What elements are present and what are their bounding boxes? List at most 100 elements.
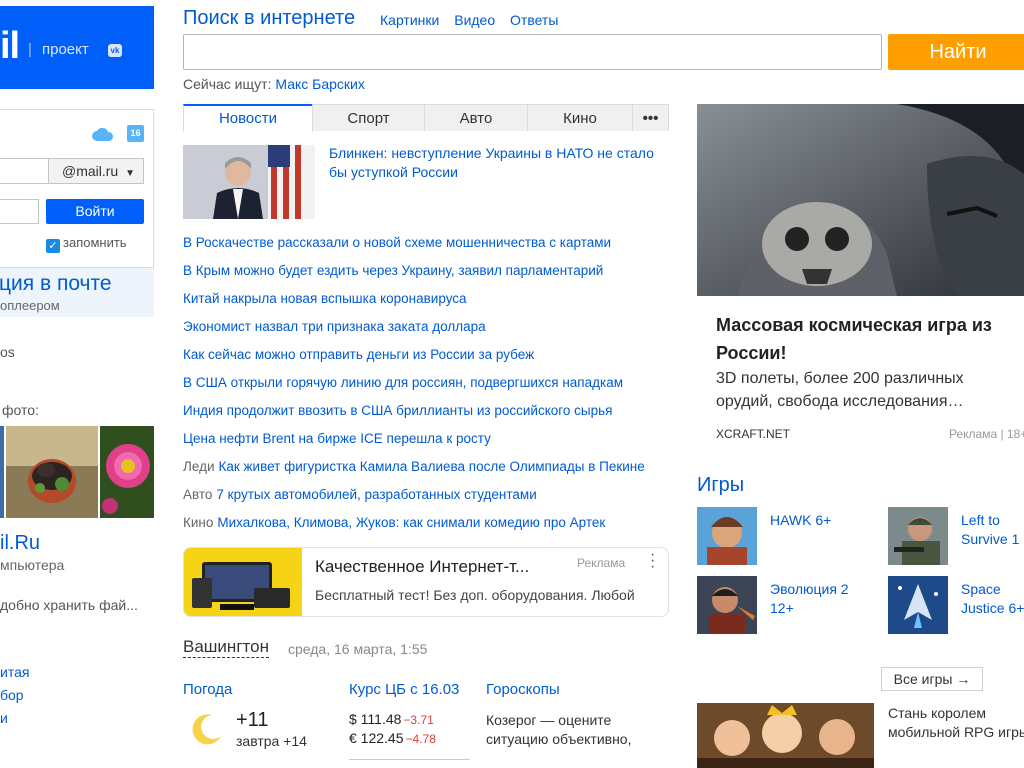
- news-item[interactable]: Как сейчас можно отправить деньги из Рос…: [183, 347, 669, 362]
- mail-promo[interactable]: ция в почте оплеером: [0, 267, 154, 317]
- news-item-link[interactable]: Цена нефти Brent на бирже ICE перешла к …: [183, 431, 491, 446]
- logo-separator: |: [28, 41, 32, 58]
- search-input[interactable]: [183, 34, 882, 70]
- left-link-3[interactable]: и: [0, 710, 8, 726]
- rates-divider: [349, 759, 470, 760]
- calendar-icon[interactable]: 16: [127, 125, 144, 142]
- mail-promo-title: ция в почте: [0, 272, 112, 295]
- news-item-link[interactable]: Михалкова, Климова, Жуков: как снимали к…: [217, 515, 605, 530]
- news-category[interactable]: Леди: [183, 459, 215, 474]
- game-name-evolution[interactable]: Эволюция 2 12+: [770, 580, 849, 618]
- tab-cinema[interactable]: Кино: [527, 104, 633, 131]
- news-item[interactable]: Леди Как живет фигуристка Камила Валиева …: [183, 459, 669, 474]
- cloud-promo-sub: мпьютера: [0, 557, 65, 573]
- password-input[interactable]: [0, 199, 39, 224]
- news-item[interactable]: Экономист назвал три признака заката дол…: [183, 319, 669, 334]
- left-photo-label: фото:: [2, 402, 39, 418]
- ad-title: Качественное Интернет-т...: [315, 557, 530, 576]
- game-image-left-to-survive[interactable]: [888, 507, 948, 565]
- hero-title[interactable]: Массовая космическая игра из России!: [716, 311, 1016, 367]
- ad-card[interactable]: Качественное Интернет-т... Реклама · · · Б…: [183, 547, 669, 617]
- moon-icon: [192, 714, 221, 745]
- ad-label: Реклама: [577, 556, 626, 570]
- photo-thumb-3[interactable]: [100, 426, 154, 518]
- cloud-promo-title[interactable]: il.Ru: [0, 532, 40, 555]
- city-name[interactable]: Вашингтон: [183, 637, 269, 658]
- logo-text: il: [0, 25, 20, 67]
- news-category[interactable]: Авто: [183, 487, 212, 502]
- ad-description: Бесплатный тест! Без доп. оборудования. …: [315, 587, 635, 603]
- horoscope-title[interactable]: Гороскопы: [486, 681, 560, 698]
- left-os-text: os: [0, 344, 15, 360]
- top-news-link[interactable]: Блинкен: невступление Украины в НАТО не …: [329, 144, 669, 182]
- search-tab-answers[interactable]: Ответы: [510, 12, 558, 28]
- game-banner-image[interactable]: [697, 703, 874, 768]
- ad-image: [184, 548, 302, 616]
- news-item[interactable]: В США открыли горячую линию для россиян,…: [183, 375, 669, 390]
- news-item-link[interactable]: Экономист назвал три признака заката дол…: [183, 319, 486, 334]
- hero-ad-label: Реклама | 18+: [949, 427, 1024, 441]
- news-item-link[interactable]: Индия продолжит ввозить в США бриллианты…: [183, 403, 612, 418]
- game-image-hawk[interactable]: [697, 507, 757, 565]
- login-button[interactable]: Войти: [46, 199, 144, 224]
- rates-title[interactable]: Курс ЦБ с 16.03: [349, 681, 470, 698]
- cloud-icon[interactable]: [92, 127, 114, 141]
- more-vertical-icon[interactable]: · · ·: [650, 548, 660, 575]
- news-item-link[interactable]: Китай накрыла новая вспышка коронавируса: [183, 291, 467, 306]
- games-title[interactable]: Игры: [697, 474, 744, 497]
- news-item-link[interactable]: Как сейчас можно отправить деньги из Рос…: [183, 347, 534, 362]
- news-item[interactable]: Авто 7 крутых автомобилей, разработанных …: [183, 487, 669, 502]
- game-image-space-justice[interactable]: [888, 576, 948, 634]
- mail-login-box: 16 @mail.ru ▼ Войти ✓ запомнить ция в поч…: [0, 109, 154, 317]
- tab-news[interactable]: Новости: [183, 104, 313, 132]
- top-news-image[interactable]: [183, 145, 315, 219]
- game-banner-text[interactable]: Стань королем мобильной RPG игры: [888, 704, 1024, 742]
- logo-project-label: проект: [42, 41, 89, 58]
- weather-temp: +11: [236, 709, 269, 731]
- search-tab-video[interactable]: Видео: [454, 12, 495, 28]
- chevron-down-icon: ▼: [125, 168, 136, 179]
- left-link-2[interactable]: бор: [0, 687, 24, 703]
- news-item-link[interactable]: В Крым можно будет ездить через Украину,…: [183, 263, 603, 278]
- flower-photo-image: [100, 426, 154, 518]
- news-item[interactable]: В Крым можно будет ездить через Украину,…: [183, 263, 669, 278]
- photo-thumb-2[interactable]: [6, 426, 98, 518]
- news-item[interactable]: Цена нефти Brent на бирже ICE перешла к …: [183, 431, 669, 446]
- hero-ad-image[interactable]: [697, 104, 1024, 296]
- horoscope-text[interactable]: Козерог — оцените ситуацию объективно,: [486, 711, 666, 749]
- game-name-hawk[interactable]: HAWK 6+: [770, 511, 831, 530]
- news-item-link[interactable]: В США открыли горячую линию для россиян,…: [183, 375, 623, 390]
- news-item[interactable]: В Роскачестве рассказали о новой схеме м…: [183, 235, 669, 250]
- hero-description[interactable]: 3D полеты, более 200 различных орудий, с…: [716, 367, 1016, 413]
- trending-link[interactable]: Макс Барских: [275, 76, 364, 92]
- game-name-left-to-survive[interactable]: Left to Survive 1: [961, 511, 1019, 549]
- remember-checkbox[interactable]: ✓ запомнить: [46, 235, 127, 253]
- tab-sport[interactable]: Спорт: [312, 104, 425, 131]
- weather-title[interactable]: Погода: [183, 681, 232, 698]
- tab-more[interactable]: •••: [632, 104, 669, 131]
- mail-promo-sub: оплеером: [0, 298, 60, 313]
- weather-tomorrow: завтра +14: [236, 733, 307, 749]
- hero-source[interactable]: XCRAFT.NET: [716, 427, 790, 441]
- left-link-1[interactable]: итая: [0, 664, 29, 680]
- news-item-link[interactable]: В Роскачестве рассказали о новой схеме м…: [183, 235, 611, 250]
- mail-logo[interactable]: il | проект vk: [0, 6, 154, 89]
- news-item-link[interactable]: Как живет фигуристка Камила Валиева посл…: [219, 459, 645, 474]
- news-item[interactable]: Кино Михалкова, Климова, Жуков: как снима…: [183, 515, 669, 530]
- news-item-link[interactable]: 7 крутых автомобилей, разработанных студ…: [216, 487, 536, 502]
- tab-auto[interactable]: Авто: [424, 104, 528, 131]
- search-button[interactable]: Найти: [888, 34, 1024, 70]
- game-name-space-justice[interactable]: Space Justice 6+: [961, 580, 1024, 618]
- game-image-evolution[interactable]: [697, 576, 757, 634]
- search-title[interactable]: Поиск в интернете: [183, 7, 355, 30]
- all-games-button[interactable]: Все игры →: [881, 667, 983, 691]
- photo-thumb-1[interactable]: [0, 426, 4, 518]
- search-tab-images[interactable]: Картинки: [380, 12, 439, 28]
- trending-searches: Сейчас ищут: Макс Барских: [183, 76, 365, 92]
- login-input[interactable]: [0, 158, 49, 184]
- domain-select[interactable]: @mail.ru ▼: [48, 158, 144, 184]
- news-item[interactable]: Китай накрыла новая вспышка коронавируса: [183, 291, 669, 306]
- news-category[interactable]: Кино: [183, 515, 213, 530]
- search-tabs: Картинки Видео Ответы: [380, 12, 569, 28]
- news-item[interactable]: Индия продолжит ввозить в США бриллианты…: [183, 403, 669, 418]
